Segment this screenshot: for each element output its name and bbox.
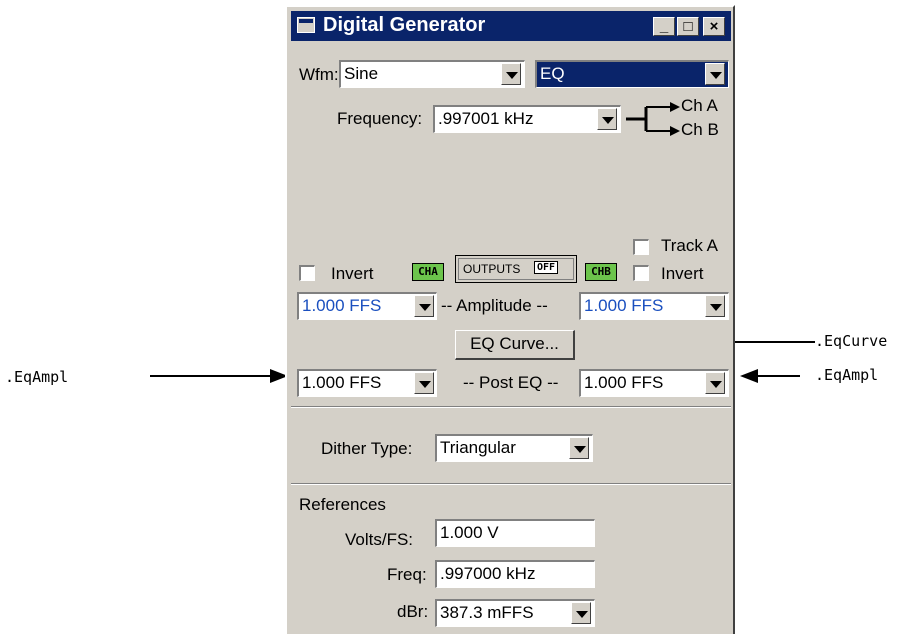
volts-fs-input[interactable]: 1.000 V [435, 519, 595, 547]
minimize-button[interactable]: _ [653, 17, 675, 36]
invert-right-label: Invert [661, 264, 704, 283]
divider-bottom [291, 483, 731, 485]
mode-select[interactable]: EQ [535, 60, 729, 88]
outputs-toggle[interactable]: OUTPUTS OFF [455, 255, 577, 283]
annotation-eqcurve-right: .EqCurve [815, 332, 888, 350]
post-eq-cha-dropdown-arrow[interactable] [414, 372, 434, 394]
route-label-chb: Ch B [681, 120, 719, 139]
chb-output-badge[interactable]: CHB [585, 263, 617, 281]
dbr-label: dBr: [397, 602, 429, 621]
dither-type-dropdown-arrow[interactable] [569, 437, 589, 459]
amplitude-cha-dropdown-arrow[interactable] [414, 295, 434, 317]
waveform-dropdown-arrow[interactable] [501, 63, 521, 85]
ref-freq-input[interactable]: .997000 kHz [435, 560, 595, 588]
ref-freq-label: Freq: [387, 565, 427, 584]
frequency-select[interactable]: .997001 kHz [433, 105, 621, 133]
volts-fs-label: Volts/FS: [345, 530, 414, 549]
invert-right-checkbox[interactable] [633, 265, 649, 281]
outputs-off-indicator: OFF [534, 261, 559, 274]
dither-type-label: Dither Type: [321, 439, 413, 458]
post-eq-label: -- Post EQ -- [463, 373, 559, 392]
frequency-dropdown-arrow[interactable] [597, 108, 617, 130]
digital-generator-window: Digital Generator _ □ × Wfm: Sine EQ Fre… [285, 5, 735, 634]
window-icon [297, 17, 315, 33]
invert-left-checkbox[interactable] [299, 265, 315, 281]
route-label-cha: Ch A [681, 96, 718, 115]
dbr-dropdown-arrow[interactable] [571, 602, 591, 624]
window-title: Digital Generator [323, 14, 486, 36]
mode-dropdown-arrow[interactable] [705, 63, 725, 85]
cha-output-badge[interactable]: CHA [412, 263, 444, 281]
arrow-eqampl-left [150, 369, 288, 383]
waveform-select[interactable]: Sine [339, 60, 525, 88]
channel-route-diagram [626, 102, 680, 136]
annotation-eqampl-right: .EqAmpl [815, 366, 879, 384]
title-bar[interactable]: Digital Generator _ □ × [291, 11, 731, 41]
track-a-label: Track A [661, 236, 718, 255]
maximize-button[interactable]: □ [677, 17, 699, 36]
outputs-label: OUTPUTS [463, 262, 521, 276]
annotation-eqampl-left: .EqAmpl [5, 368, 69, 386]
wfm-label: Wfm: [299, 65, 339, 84]
references-heading: References [299, 495, 386, 514]
close-button[interactable]: × [703, 17, 725, 36]
post-eq-chb-dropdown-arrow[interactable] [705, 372, 725, 394]
amplitude-chb-dropdown-arrow[interactable] [705, 295, 725, 317]
track-a-checkbox[interactable] [633, 239, 649, 255]
eq-curve-button[interactable]: EQ Curve... [455, 330, 575, 360]
amplitude-label: -- Amplitude -- [441, 296, 548, 315]
invert-left-label: Invert [331, 264, 374, 283]
frequency-label: Frequency: [337, 109, 423, 128]
divider-top [291, 406, 731, 408]
arrow-eqampl-right [740, 369, 800, 383]
